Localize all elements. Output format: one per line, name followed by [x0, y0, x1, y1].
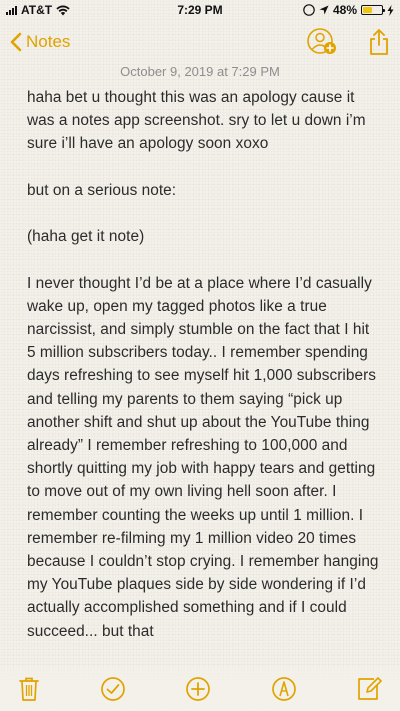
charging-bolt-icon [387, 4, 394, 16]
status-bar: AT&T 7:29 PM 48% [0, 0, 400, 20]
battery-level-fill [363, 7, 372, 13]
location-arrow-icon [319, 5, 329, 15]
battery-percent: 48% [332, 3, 357, 17]
trash-icon[interactable] [18, 676, 40, 702]
note-paragraph: (haha get it note) [27, 228, 145, 246]
back-button[interactable]: Notes [10, 32, 70, 52]
add-people-icon[interactable] [306, 27, 338, 57]
back-label: Notes [26, 32, 71, 51]
compose-icon[interactable] [356, 676, 382, 702]
wifi-icon [56, 5, 70, 15]
chevron-left-icon [10, 32, 22, 52]
nav-actions [306, 27, 390, 57]
note-paragraph: haha bet u thought this was an apology c… [27, 89, 366, 153]
markup-pen-icon[interactable] [271, 676, 297, 702]
nav-bar: Notes [0, 22, 400, 62]
signal-bars-icon [6, 5, 17, 15]
status-left: AT&T [6, 3, 70, 17]
share-icon[interactable] [368, 28, 390, 56]
note-paragraph: but on a serious note: [27, 181, 177, 199]
note-paragraph: I never thought I’d be at a place where … [27, 274, 379, 640]
checklist-icon[interactable] [100, 676, 126, 702]
carrier-label: AT&T [21, 3, 53, 17]
status-right: 48% [303, 3, 394, 17]
bottom-toolbar [0, 667, 400, 711]
add-icon[interactable] [185, 676, 211, 702]
note-body[interactable]: haha bet u thought this was an apology c… [27, 86, 382, 666]
battery-icon [361, 5, 385, 15]
note-date: October 9, 2019 at 7:29 PM [120, 64, 280, 79]
do-not-disturb-icon [303, 4, 315, 16]
